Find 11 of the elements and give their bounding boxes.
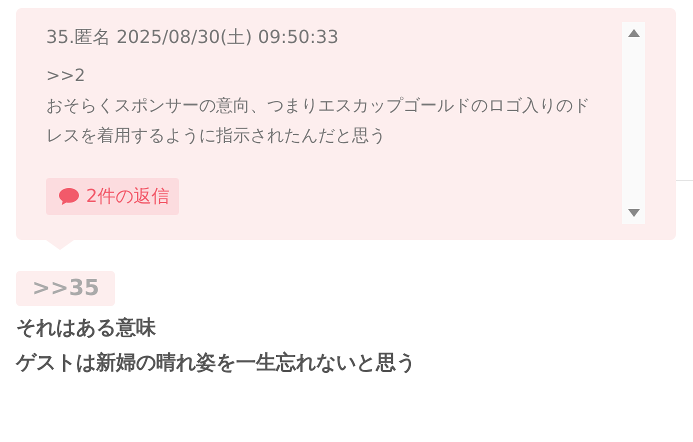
replies-button[interactable]: 2件の返信 xyxy=(46,178,180,215)
reply-anchor[interactable]: >>35 xyxy=(16,271,116,306)
scroll-down-icon[interactable] xyxy=(626,208,640,218)
post-text: >>2 xyxy=(46,65,86,88)
scroll-up-icon[interactable] xyxy=(626,28,640,38)
reply-text: ゲストは新婦の晴れ姿を一生忘れないと思う xyxy=(16,349,417,376)
reply-text: それはある意味 xyxy=(16,314,157,341)
scrollbar[interactable] xyxy=(622,22,645,224)
post-text: おそらくスポンサーの意向、つまりエスカップゴールドのロゴ入りのドレスを着用するように指示されたんだと思う xyxy=(46,95,591,148)
post-header: 35.匿名 2025/08/30(土) 09:50:33 xyxy=(46,26,340,50)
speech-bubble-icon xyxy=(58,186,80,206)
